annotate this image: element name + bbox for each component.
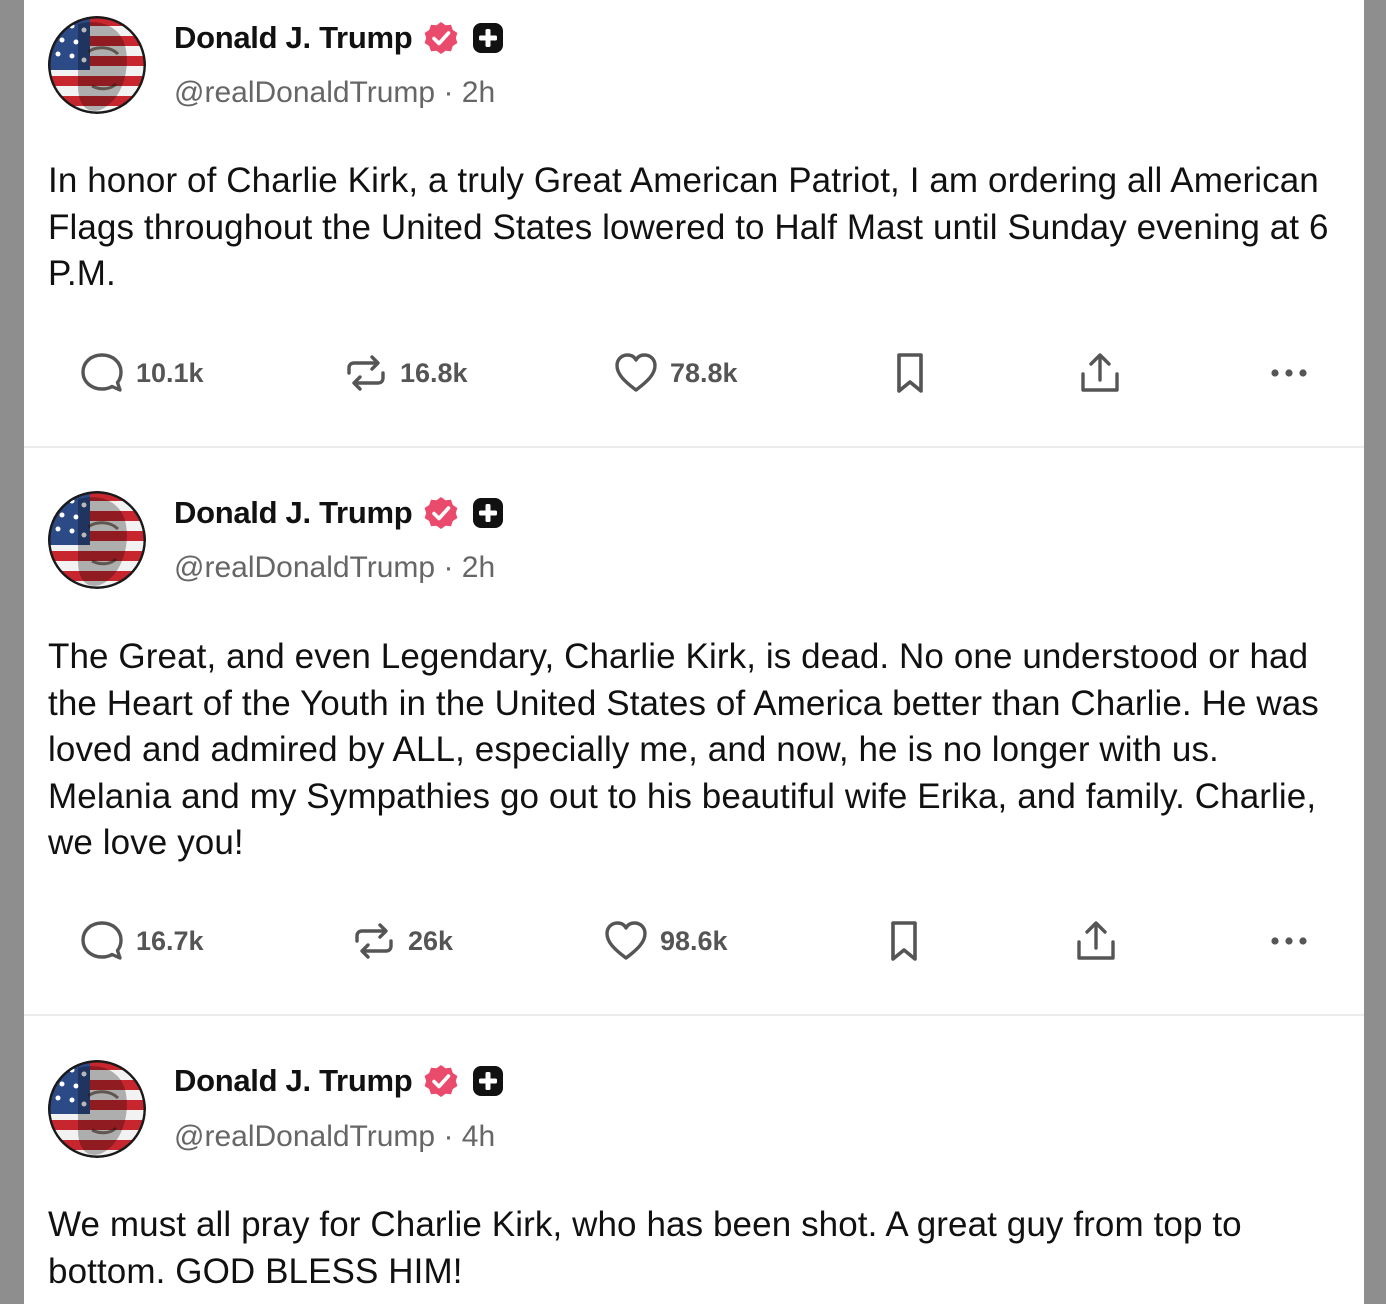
post-time[interactable]: 2h — [462, 76, 495, 109]
author-row: Donald J. Trump — [174, 1061, 504, 1101]
repost-button[interactable]: 16.8k — [344, 343, 468, 403]
author-handle[interactable]: @realDonaldTrump — [174, 551, 435, 584]
like-button[interactable]: 78.8k — [614, 343, 738, 403]
bookmark-icon — [891, 921, 917, 961]
post-time[interactable]: 2h — [462, 551, 495, 584]
author-name[interactable]: Donald J. Trump — [174, 1063, 413, 1099]
share-button[interactable] — [1074, 911, 1118, 971]
share-button[interactable] — [1078, 343, 1122, 403]
like-count: 78.8k — [670, 357, 738, 388]
avatar[interactable] — [48, 1060, 146, 1158]
bookmark-button[interactable] — [888, 911, 920, 971]
author-row: Donald J. Trump — [174, 493, 504, 533]
repost-count: 26k — [408, 925, 454, 956]
more-icon — [1271, 369, 1307, 377]
reply-count: 16.7k — [136, 925, 204, 956]
post-time[interactable]: 4h — [462, 1120, 495, 1153]
more-button[interactable] — [1270, 343, 1308, 403]
reply-icon — [81, 921, 123, 960]
handle-row: @realDonaldTrump · 4h — [174, 1120, 495, 1154]
plus-badge-icon — [473, 1066, 504, 1096]
repost-icon — [355, 923, 393, 959]
repost-count: 16.8k — [400, 357, 468, 388]
verified-badge-icon — [424, 21, 459, 55]
reply-icon — [81, 353, 123, 392]
post[interactable]: Donald J. Trump @realDonaldTrump · 2h Th… — [24, 448, 1364, 1016]
plus-badge-icon — [473, 23, 504, 53]
author-name[interactable]: Donald J. Trump — [174, 495, 413, 531]
plus-badge-icon — [473, 498, 504, 528]
action-bar: 10.1k 16.8k 78.8k — [24, 343, 1364, 403]
author-handle[interactable]: @realDonaldTrump — [174, 76, 435, 109]
more-icon — [1271, 937, 1307, 945]
reply-button[interactable]: 10.1k — [80, 343, 204, 403]
post-feed[interactable]: Donald J. Trump @realDonaldTrump · 2h In… — [24, 0, 1364, 1304]
post-text: In honor of Charlie Kirk, a truly Great … — [48, 161, 1329, 293]
separator: · — [435, 76, 462, 109]
avatar[interactable] — [48, 16, 146, 114]
share-icon — [1077, 921, 1115, 960]
post[interactable]: Donald J. Trump @realDonaldTrump · 4h We… — [24, 1016, 1364, 1304]
action-bar: 16.7k 26k 98.6k — [24, 911, 1364, 971]
author-row: Donald J. Trump — [174, 18, 504, 58]
heart-icon — [615, 353, 657, 392]
post[interactable]: Donald J. Trump @realDonaldTrump · 2h In… — [24, 0, 1364, 448]
post-text: We must all pray for Charlie Kirk, who h… — [48, 1205, 1242, 1291]
avatar[interactable] — [48, 491, 146, 589]
handle-row: @realDonaldTrump · 2h — [174, 551, 495, 585]
author-name[interactable]: Donald J. Trump — [174, 20, 413, 56]
author-handle[interactable]: @realDonaldTrump — [174, 1120, 435, 1153]
more-button[interactable] — [1270, 911, 1308, 971]
repost-icon — [347, 355, 385, 391]
like-count: 98.6k — [660, 925, 728, 956]
like-button[interactable]: 98.6k — [604, 911, 728, 971]
verified-badge-icon — [424, 1064, 459, 1098]
verified-badge-icon — [424, 496, 459, 530]
share-icon — [1081, 353, 1119, 392]
separator: · — [435, 551, 462, 584]
separator: · — [435, 1120, 462, 1153]
bookmark-icon — [897, 353, 923, 393]
reply-count: 10.1k — [136, 357, 204, 388]
reply-button[interactable]: 16.7k — [80, 911, 204, 971]
heart-icon — [605, 921, 647, 960]
repost-button[interactable]: 26k — [352, 911, 453, 971]
bookmark-button[interactable] — [894, 343, 926, 403]
post-text: The Great, and even Legendary, Charlie K… — [48, 637, 1319, 862]
handle-row: @realDonaldTrump · 2h — [174, 76, 495, 110]
